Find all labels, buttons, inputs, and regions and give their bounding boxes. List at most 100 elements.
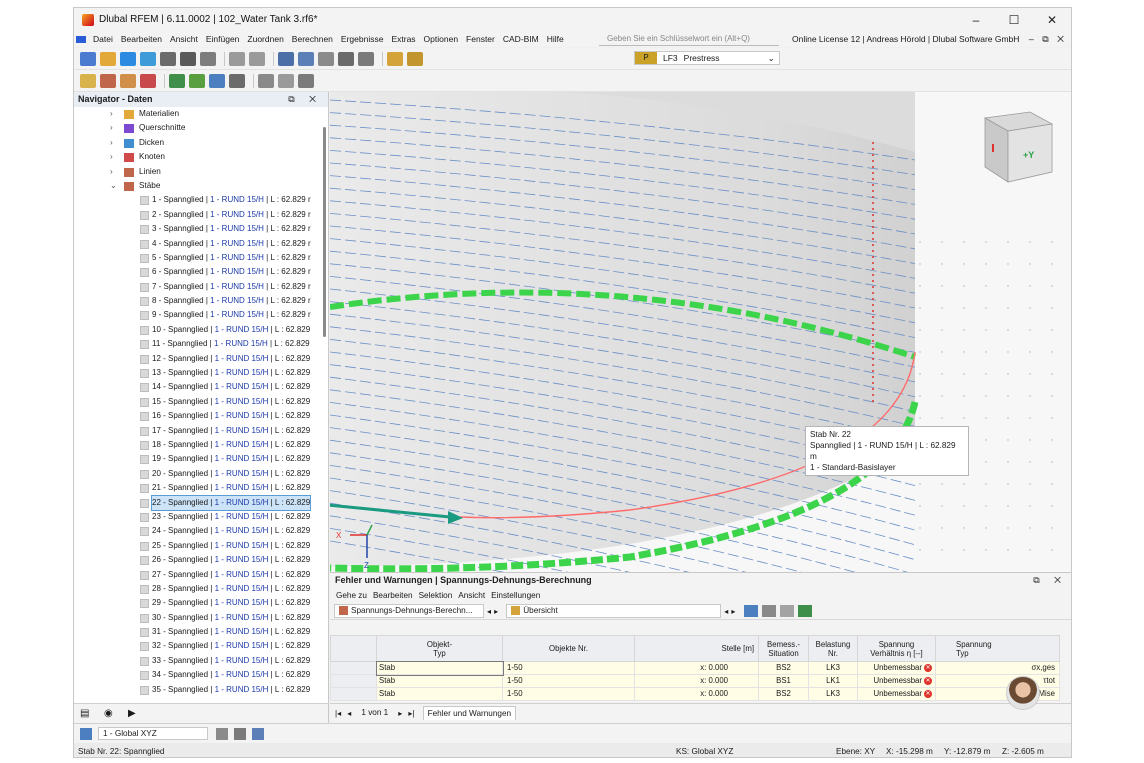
member-item[interactable]: 18 - Spannglied | 1 - RUND 15/H | L : 62… [74,438,328,452]
tree-item-5[interactable]: ⌄ Stäbe [74,179,328,193]
snap-icon[interactable] [298,73,314,88]
member-item[interactable]: 8 - Spannglied | 1 - RUND 15/H | L : 62.… [74,294,328,308]
project-icon[interactable] [140,51,156,66]
member-item[interactable]: 24 - Spannglied | 1 - RUND 15/H | L : 62… [74,524,328,538]
undo-icon[interactable] [229,51,245,66]
menu-berechnen[interactable]: Berechnen [288,34,337,44]
member-item[interactable]: 29 - Spannglied | 1 - RUND 15/H | L : 62… [74,596,328,610]
member-item[interactable]: 4 - Spannglied | 1 - RUND 15/H | L : 62.… [74,237,328,251]
member-item[interactable]: 17 - Spannglied | 1 - RUND 15/H | L : 62… [74,424,328,438]
member-item[interactable]: 2 - Spannglied | 1 - RUND 15/H | L : 62.… [74,208,328,222]
report-icon[interactable] [200,51,216,66]
snap-object-icon[interactable] [234,727,246,740]
member-item[interactable]: 32 - Spannglied | 1 - RUND 15/H | L : 62… [74,639,328,653]
views-tab-icon[interactable]: ▶ [128,708,142,720]
expand-chevron-icon[interactable]: › [110,165,113,179]
dlubal-center-icon[interactable] [120,51,136,66]
export-icon[interactable] [779,604,794,617]
support-icon[interactable] [169,73,185,88]
expand-chevron-icon[interactable]: ⌄ [110,179,117,193]
solid-icon[interactable] [209,73,225,88]
member-item[interactable]: 12 - Spannglied | 1 - RUND 15/H | L : 62… [74,352,328,366]
load-case-selector[interactable]: P LF3 Prestress ⌄ [634,51,780,65]
panel-menu-edit[interactable]: Bearbeiten [370,591,416,600]
overview-select[interactable]: Übersicht [506,603,722,618]
menu-ergebnisse[interactable]: Ergebnisse [337,34,388,44]
col-header-stress-type[interactable]: Spannung Typ [935,635,1060,662]
col-header-design-situation[interactable]: Bemess.- Situation [758,635,809,662]
member-item[interactable]: 33 - Spannglied | 1 - RUND 15/H | L : 62… [74,654,328,668]
member-item[interactable]: 35 - Spannglied | 1 - RUND 15/H | L : 62… [74,683,328,697]
member-item[interactable]: 23 - Spannglied | 1 - RUND 15/H | L : 62… [74,510,328,524]
member-item[interactable]: 13 - Spannglied | 1 - RUND 15/H | L : 62… [74,366,328,380]
prev-page-icon[interactable]: ◂ [724,606,728,616]
document-window-controls[interactable]: – ⧉ ✕ [1029,32,1067,46]
dimension-icon[interactable] [258,73,274,88]
row-header[interactable] [330,687,377,701]
menu-datei[interactable]: Datei [89,34,117,44]
menu-hilfe[interactable]: Hilfe [543,34,568,44]
print-icon[interactable] [180,51,196,66]
chevron-down-icon[interactable]: ⌄ [764,53,779,64]
coordinate-system-icon[interactable] [80,727,92,740]
expand-chevron-icon[interactable]: › [110,107,113,121]
coordinate-system-select[interactable]: 1 - Global XYZ [98,727,208,740]
load-combo-icon[interactable] [407,51,423,66]
member-item[interactable]: 1 - Spannglied | 1 - RUND 15/H | L : 62.… [74,193,328,207]
save-icon[interactable] [160,51,176,66]
section-icon[interactable] [318,51,334,66]
next-arrow-icon[interactable]: ▸ [494,606,498,616]
next-page-button-icon[interactable]: ▸ [398,708,402,718]
maximize-button[interactable]: ☐ [995,8,1033,31]
member-item[interactable]: 20 - Spannglied | 1 - RUND 15/H | L : 62… [74,467,328,481]
calc-icon[interactable] [338,51,354,66]
col-header-stress-ratio[interactable]: Spannung Verhältnis η [--] [857,635,936,662]
menu-fenster[interactable]: Fenster [462,34,499,44]
table-row[interactable]: Stab 1-50 x: 0.000 BS2 LK3 Unbemessbar ✕ σx,ges [330,660,1060,676]
member-item[interactable]: 7 - Spannglied | 1 - RUND 15/H | L : 62.… [74,280,328,294]
guide-line-icon[interactable] [278,73,294,88]
model-3d-view[interactable]: X Z +Y [330,92,1072,572]
member-item[interactable]: 11 - Spannglied | 1 - RUND 15/H | L : 62… [74,337,328,351]
assistant-avatar[interactable] [1006,676,1040,710]
workplane-icon[interactable] [252,727,264,740]
data-tab-icon[interactable]: ▤ [80,708,94,720]
panel-menu-goto[interactable]: Gehe zu [333,591,370,600]
minimize-button[interactable]: – [957,8,995,31]
member-item[interactable]: 9 - Spannglied | 1 - RUND 15/H | L : 62.… [74,308,328,322]
line-icon[interactable] [100,73,116,88]
surface-icon[interactable] [140,73,156,88]
menu-zuordnen[interactable]: Zuordnen [243,34,287,44]
member-item[interactable]: 25 - Spannglied | 1 - RUND 15/H | L : 62… [74,539,328,553]
col-header-location[interactable]: Stelle [m] [634,635,759,662]
table-row[interactable]: Stab 1-50 x: 0.000 BS1 LK1 Unbemessbar ✕ τtot [330,674,1060,688]
open-icon[interactable] [100,51,116,66]
menu-einfuegen[interactable]: Einfügen [202,34,244,44]
member-item[interactable]: 27 - Spannglied | 1 - RUND 15/H | L : 62… [74,568,328,582]
col-header-objects-no[interactable]: Objekte Nr. [502,635,635,662]
tree-item-4[interactable]: › Linien [74,165,328,179]
search-input[interactable]: Geben Sie ein Schlüsselwort ein (Alt+Q) [599,32,779,46]
close-button[interactable]: ✕ [1033,8,1071,31]
menu-bearbeiten[interactable]: Bearbeiten [117,34,166,44]
last-page-icon[interactable]: ▸| [408,708,414,718]
navigator-scrollbar[interactable] [323,127,326,337]
expand-chevron-icon[interactable]: › [110,150,113,164]
tree-item-3[interactable]: › Knoten [74,150,328,164]
member-item[interactable]: 34 - Spannglied | 1 - RUND 15/H | L : 62… [74,668,328,682]
member-item[interactable]: 16 - Spannglied | 1 - RUND 15/H | L : 62… [74,409,328,423]
view-cube[interactable]: +Y [983,111,1054,183]
member-item[interactable]: 21 - Spannglied | 1 - RUND 15/H | L : 62… [74,481,328,495]
member-item[interactable]: 10 - Spannglied | 1 - RUND 15/H | L : 62… [74,323,328,337]
col-header-load-no[interactable]: Belastung Nr. [808,635,858,662]
load-wizard-icon[interactable] [387,51,403,66]
panel-menu-settings[interactable]: Einstellungen [488,591,543,600]
panel-window-controls[interactable]: ⧉ ✕ [1033,573,1067,588]
tree-item-0[interactable]: › Materialien [74,107,328,121]
opening-icon[interactable] [229,73,245,88]
member-item[interactable]: 3 - Spannglied | 1 - RUND 15/H | L : 62.… [74,222,328,236]
table-icon[interactable] [278,51,294,66]
menu-cad-bim[interactable]: CAD-BIM [499,34,543,44]
snap-grid-icon[interactable] [216,727,228,740]
member-item[interactable]: 28 - Spannglied | 1 - RUND 15/H | L : 62… [74,582,328,596]
